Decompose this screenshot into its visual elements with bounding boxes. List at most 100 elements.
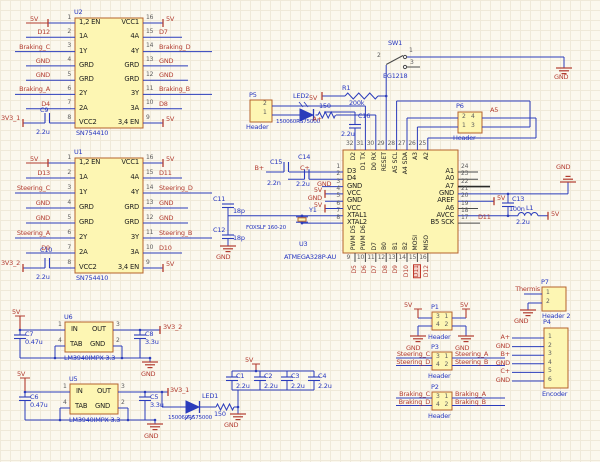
u1-ref-label: U1 bbox=[74, 149, 83, 156]
u1-pin_nums_left-1-label: 2 bbox=[67, 170, 71, 176]
u1-nets_right-3-label: GND bbox=[159, 200, 173, 207]
u2-pin_names_right-4-label: GRD bbox=[124, 76, 139, 83]
u3-left_nums-6-label: 7 bbox=[336, 208, 340, 214]
u3-bottom_nums-5-label: 14 bbox=[399, 255, 406, 261]
switch-symbol[interactable] bbox=[403, 55, 406, 58]
u3-bottom_nums-3-label: 12 bbox=[378, 255, 385, 261]
u1-nets_left-0-label: 5V bbox=[30, 156, 38, 163]
p5-body[interactable] bbox=[250, 100, 272, 122]
u1-pin_nums_left-3-label: 4 bbox=[67, 200, 71, 206]
u2-nets_right-2-label: Braking_D bbox=[159, 44, 190, 51]
p5-part-label: Header bbox=[246, 124, 268, 131]
crystal-symbol[interactable] bbox=[298, 218, 306, 221]
u3-right_nums-1-label: 23 bbox=[461, 171, 468, 177]
u2-pin_names_right-5-label: 3Y bbox=[131, 90, 139, 97]
switch-symbol[interactable] bbox=[403, 65, 406, 68]
u1-nets_right-5-label: Steering_B bbox=[159, 230, 192, 237]
u1-pin_nums_left-0-label: 1 bbox=[67, 155, 71, 161]
p3-body[interactable] bbox=[432, 352, 452, 370]
u2-nets_left-0-label: 5V bbox=[30, 16, 38, 23]
junction-dot bbox=[24, 391, 27, 394]
u2-pin_names_right-2-label: 4Y bbox=[131, 48, 139, 55]
p4-nets-1-label: GND bbox=[496, 343, 510, 350]
nets-gnd-label: GND bbox=[144, 433, 158, 440]
u2-nets_left-3-label: GND bbox=[36, 58, 50, 65]
u2-pin_nums_right-5-label: 11 bbox=[146, 86, 153, 92]
u3-bottom_names-1-label: PWM D6 bbox=[361, 225, 367, 250]
u2-nets_left-1-label: D12 bbox=[37, 29, 50, 36]
r3-value-label: 150 bbox=[319, 103, 331, 110]
u1-pin_nums_left-7-label: 8 bbox=[67, 260, 71, 266]
u2-pin_nums_right-7-label: 9 bbox=[146, 115, 150, 121]
sw1-pins-1-label: 2 bbox=[377, 53, 381, 59]
caps-c14-ref-label: C14 bbox=[298, 154, 310, 161]
u3-top_names-1-label: D1 TX bbox=[361, 152, 367, 170]
u2-pin_names_left-7-label: VCC2 bbox=[79, 119, 97, 126]
p6-part-label: Header bbox=[453, 135, 475, 142]
r1-value-label: 200k bbox=[349, 100, 364, 107]
u5-pin_nums-0-label: 1 bbox=[63, 384, 67, 390]
u3-bottom_names-5-label: B2 bbox=[403, 242, 409, 250]
u1-pin_names_right-6-label: 3A bbox=[130, 249, 139, 256]
u3-right_nums-3-label: 21 bbox=[461, 186, 468, 192]
u6-pin_names-1-label: OUT bbox=[92, 326, 106, 333]
u2-pin_names_left-4-label: GRD bbox=[79, 76, 94, 83]
nets-b_plus-label: B+ bbox=[254, 165, 264, 172]
caps-c8-ref-label: C8 bbox=[145, 331, 153, 338]
p2-ref-label: P2 bbox=[431, 384, 439, 391]
u1-pin_nums_left-4-label: 5 bbox=[67, 215, 71, 221]
caps-c7-value-label: 0.47u bbox=[25, 339, 43, 346]
u2-pin_nums_right-6-label: 10 bbox=[146, 100, 153, 106]
u1-pin_nums_left-5-label: 6 bbox=[67, 230, 71, 236]
p4-nums-5-label: 6 bbox=[548, 377, 552, 383]
led1-r_value-label: 150 bbox=[214, 411, 226, 418]
u1-pin_names_left-0-label: 1,2 EN bbox=[79, 159, 100, 166]
u6-pin_nums-1-label: 3 bbox=[116, 322, 120, 328]
p4-nets-5-label: GND bbox=[496, 377, 510, 384]
p3-part-label: Header bbox=[428, 373, 450, 380]
u3-top_names-4-label: A5 SCL bbox=[393, 152, 399, 173]
p1-nums-2-label: 4 bbox=[436, 322, 440, 328]
u3-bottom_nums-7-label: 16 bbox=[419, 255, 426, 261]
nets-a_plus-label: A+ bbox=[313, 116, 323, 123]
nets-v5-label: 5V bbox=[551, 211, 559, 218]
u3-top_nums-6-label: 26 bbox=[408, 141, 415, 147]
u3-bottom_nums-0-label: 9 bbox=[347, 255, 351, 261]
u1-nets_left-7-label: 3V3_2 bbox=[1, 260, 20, 267]
u1-pin_nums_right-3-label: 13 bbox=[146, 200, 153, 206]
nets-gnd-label: GND bbox=[224, 422, 238, 429]
u1-pin_names_right-7-label: 3,4 EN bbox=[118, 264, 139, 271]
u1-nets_left-4-label: GND bbox=[36, 215, 50, 222]
p4-nums-3-label: 4 bbox=[548, 360, 552, 366]
nets-v5-label: 5V bbox=[460, 302, 468, 309]
nets-v33_1-label: 3V3_1 bbox=[170, 387, 189, 394]
caps-c16-ref-label: C16 bbox=[358, 113, 370, 120]
u1-pin_names_left-4-label: GRD bbox=[79, 219, 94, 226]
u1-nets_left-5-label: Steering_A bbox=[17, 230, 50, 237]
u1-pin_names_right-3-label: GRD bbox=[124, 204, 139, 211]
u3-right_nums-5-label: 19 bbox=[461, 201, 468, 207]
u3-top_nums-4-label: 28 bbox=[388, 141, 395, 147]
caps-c4-value-label: 2.2u bbox=[318, 383, 332, 390]
u3-right_names-7-label: B5 SCK bbox=[431, 219, 454, 226]
p3-nets_left-1-label: Steering_D bbox=[396, 359, 430, 366]
u3-bottom_nets-1-label: D6 bbox=[362, 265, 368, 273]
u3-bottom_nets-4-label: D9 bbox=[393, 265, 399, 273]
u3-top_names-2-label: D0 RX bbox=[372, 152, 378, 171]
junction-dot bbox=[127, 419, 130, 422]
u3-left_nums-0-label: 1 bbox=[336, 164, 340, 170]
caps-c11-ref-label: C11 bbox=[213, 196, 225, 203]
u5-part-label: LM3940IMPX-3.3 bbox=[69, 417, 120, 424]
u6-pin_names-3-label: GND bbox=[90, 341, 105, 348]
p1-body[interactable] bbox=[432, 312, 452, 330]
u3-bottom_nums-2-label: 11 bbox=[367, 255, 374, 261]
nets-v5-label: 5V bbox=[17, 371, 25, 378]
u1-pin_names_right-5-label: 3Y bbox=[131, 234, 139, 241]
u1-pin_nums_right-1-label: 15 bbox=[146, 170, 153, 176]
u1-pin_names_left-3-label: GRD bbox=[79, 204, 94, 211]
u2-pin_names_left-3-label: GRD bbox=[79, 62, 94, 69]
p2-body[interactable] bbox=[432, 392, 452, 410]
p4-nets-0-label: A+ bbox=[501, 334, 511, 341]
caps-c3-value-label: 2.2u bbox=[291, 383, 305, 390]
caps-c2-value-label: 2.2u bbox=[264, 383, 278, 390]
